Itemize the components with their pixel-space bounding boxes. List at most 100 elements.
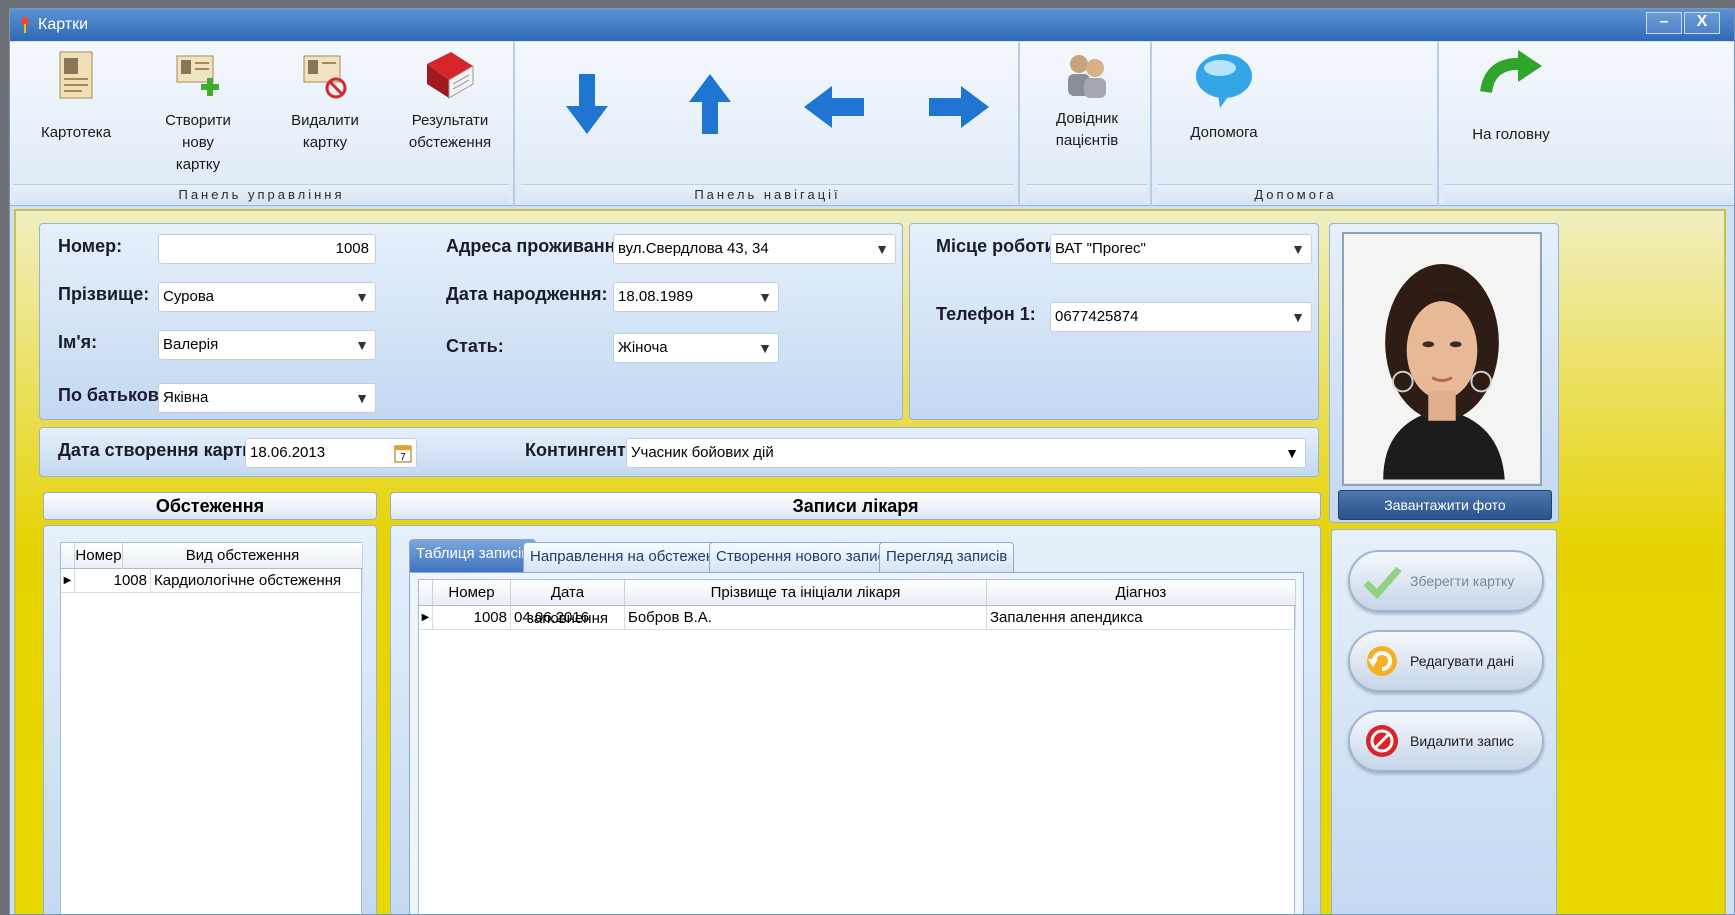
exam-type-cell: Кардиологічне обстеження (151, 569, 363, 593)
creation-date-label: Дата створення картки: (58, 440, 269, 460)
results-label-line2: обстеження (408, 134, 492, 151)
chevron-down-icon[interactable]: ▼ (1291, 303, 1305, 331)
patronymic-value: Яківна (163, 389, 209, 406)
title-bar: Картки – X (10, 9, 1734, 41)
navigation-group: Панель навігації (517, 42, 1020, 206)
chevron-down-icon[interactable]: ▼ (1291, 235, 1305, 263)
records-header: Записи лікаря (390, 492, 1321, 520)
sex-label: Стать: (446, 336, 504, 356)
chevron-down-icon[interactable]: ▼ (758, 334, 772, 362)
calendar-icon[interactable]: 7 (394, 443, 412, 463)
exams-table[interactable]: Номер Вид обстеження ▶ 1008 Кардиологічн… (60, 542, 363, 914)
patients-label-line1: Довідник (1056, 110, 1118, 127)
current-row-icon: ▶ (61, 569, 75, 593)
address-field[interactable]: вул.Свердлова 43, 34 ▼ (613, 234, 896, 264)
tab-new-record[interactable]: Створення нового запису (709, 542, 900, 572)
patronymic-label: По батькові: (58, 385, 170, 405)
chevron-down-icon[interactable]: ▼ (758, 283, 772, 311)
new-card-button[interactable]: Створити нову картку (148, 48, 248, 176)
new-card-icon (176, 55, 219, 96)
address-value: вул.Свердлова 43, 34 (618, 240, 769, 257)
home-group: На головну (1441, 42, 1734, 206)
records-col-number[interactable]: Номер (433, 580, 511, 606)
phone-field[interactable]: 0677425874 ▼ (1050, 302, 1312, 332)
tab-exam-referral[interactable]: Направлення на обстеження (523, 542, 738, 572)
results-book-icon (427, 52, 474, 99)
chevron-down-icon[interactable]: ▼ (355, 384, 369, 412)
cards-label: Картотека (40, 124, 112, 141)
chevron-down-icon[interactable]: ▼ (355, 283, 369, 311)
contingent-label: Контингент: (525, 440, 632, 460)
return-arrow-icon (1480, 50, 1542, 94)
close-button[interactable]: X (1684, 12, 1720, 34)
no-entry-icon (1366, 725, 1398, 757)
help-button[interactable]: Допомога (1174, 48, 1274, 144)
results-button[interactable]: Результати обстеження (400, 48, 500, 154)
arrow-up-icon[interactable] (685, 72, 735, 136)
app-icon (21, 17, 29, 33)
chevron-down-icon[interactable]: ▼ (355, 331, 369, 359)
exams-col-number[interactable]: Номер (75, 543, 123, 569)
control-panel-group: Картотека Створити нову картку Видалити … (10, 42, 515, 206)
sex-field[interactable]: Жіноча ▼ (613, 333, 779, 363)
contingent-field[interactable]: Учасник бойових дій ▼ (626, 438, 1306, 468)
exams-header: Обстеження (43, 492, 377, 520)
chevron-down-icon[interactable]: ▼ (875, 235, 889, 263)
address-label: Адреса проживання: (446, 236, 632, 256)
arrow-right-icon[interactable] (927, 84, 991, 130)
birth-date-field[interactable]: 18.08.1989 ▼ (613, 282, 779, 312)
delete-card-label-line1: Видалити (291, 112, 359, 129)
surname-label: Прізвище: (58, 284, 150, 304)
edit-data-button[interactable]: Редагувати дані (1348, 630, 1544, 692)
home-button[interactable]: На головну (1461, 48, 1561, 146)
current-row-icon: ▶ (419, 606, 433, 630)
row-indicator-header (61, 543, 75, 569)
svg-text:7: 7 (400, 452, 406, 463)
upload-photo-button[interactable]: Завантажити фото (1338, 490, 1552, 520)
main-area: Номер: 1008 Прізвище: Сурова ▼ Ім'я: Вале… (14, 209, 1726, 914)
surname-field[interactable]: Сурова ▼ (158, 282, 376, 312)
number-field[interactable]: 1008 (158, 234, 376, 264)
cards-window: Картки – X Картотека Створити нову картк… (9, 8, 1735, 915)
patient-photo (1342, 232, 1542, 486)
workplace-field[interactable]: ВАТ "Прогес" ▼ (1050, 234, 1312, 264)
sex-value: Жіноча (618, 339, 668, 356)
exams-col-type[interactable]: Вид обстеження (123, 543, 363, 569)
creation-date-field[interactable]: 18.06.2013 7 (245, 438, 417, 468)
tab-records-table[interactable]: Таблиця записів (409, 539, 537, 572)
records-col-doctor[interactable]: Прізвище та ініціали лікаря (625, 580, 987, 606)
exam-number-cell: 1008 (75, 569, 151, 593)
save-card-button[interactable]: Зберегти картку (1348, 550, 1544, 612)
phone-value: 0677425874 (1055, 308, 1139, 325)
card-info-panel: Дата створення картки: 18.06.2013 7 Конт… (39, 427, 1319, 477)
records-col-diagnosis[interactable]: Діагноз (987, 580, 1296, 606)
chevron-down-icon[interactable]: ▼ (1285, 439, 1299, 467)
delete-card-button[interactable]: Видалити картку (280, 48, 370, 154)
delete-record-button[interactable]: Видалити запис (1348, 710, 1544, 772)
patronymic-field[interactable]: Яківна ▼ (158, 383, 376, 413)
record-diagnosis-cell: Запалення апендикса (987, 606, 1296, 630)
birth-date-value: 18.08.1989 (618, 288, 694, 305)
arrow-down-icon[interactable] (562, 72, 612, 136)
name-field[interactable]: Валерія ▼ (158, 330, 376, 360)
arrow-left-icon[interactable] (802, 84, 866, 130)
ribbon: Картотека Створити нову картку Видалити … (10, 42, 1734, 206)
cards-button[interactable]: Картотека (36, 48, 116, 144)
patients-label-line2: пацієнтів (1055, 132, 1119, 149)
minimize-button[interactable]: – (1646, 12, 1682, 34)
patients-directory-button[interactable]: Довідник пацієнтів (1037, 48, 1137, 152)
actions-panel: Зберегти картку Редагувати дані Видалити… (1331, 529, 1557, 914)
save-card-label: Зберегти картку (1410, 573, 1515, 589)
records-table[interactable]: Номер Дата заповнення Прізвище та ініціа… (418, 579, 1296, 914)
workplace-value: ВАТ "Прогес" (1055, 240, 1146, 257)
record-doctor-cell: Бобров В.А. (625, 606, 987, 630)
surname-value: Сурова (163, 288, 214, 305)
navigation-panel-label: Панель навігації (521, 184, 1014, 204)
delete-card-label-line2: картку (302, 134, 348, 151)
delete-card-icon (303, 55, 347, 99)
tab-view-records[interactable]: Перегляд записів (879, 542, 1015, 572)
name-label: Ім'я: (58, 332, 98, 352)
patients-icon (1068, 55, 1106, 98)
records-col-date[interactable]: Дата заповнення (511, 580, 625, 627)
records-tab-content: Номер Дата заповнення Прізвище та ініціа… (409, 572, 1304, 914)
